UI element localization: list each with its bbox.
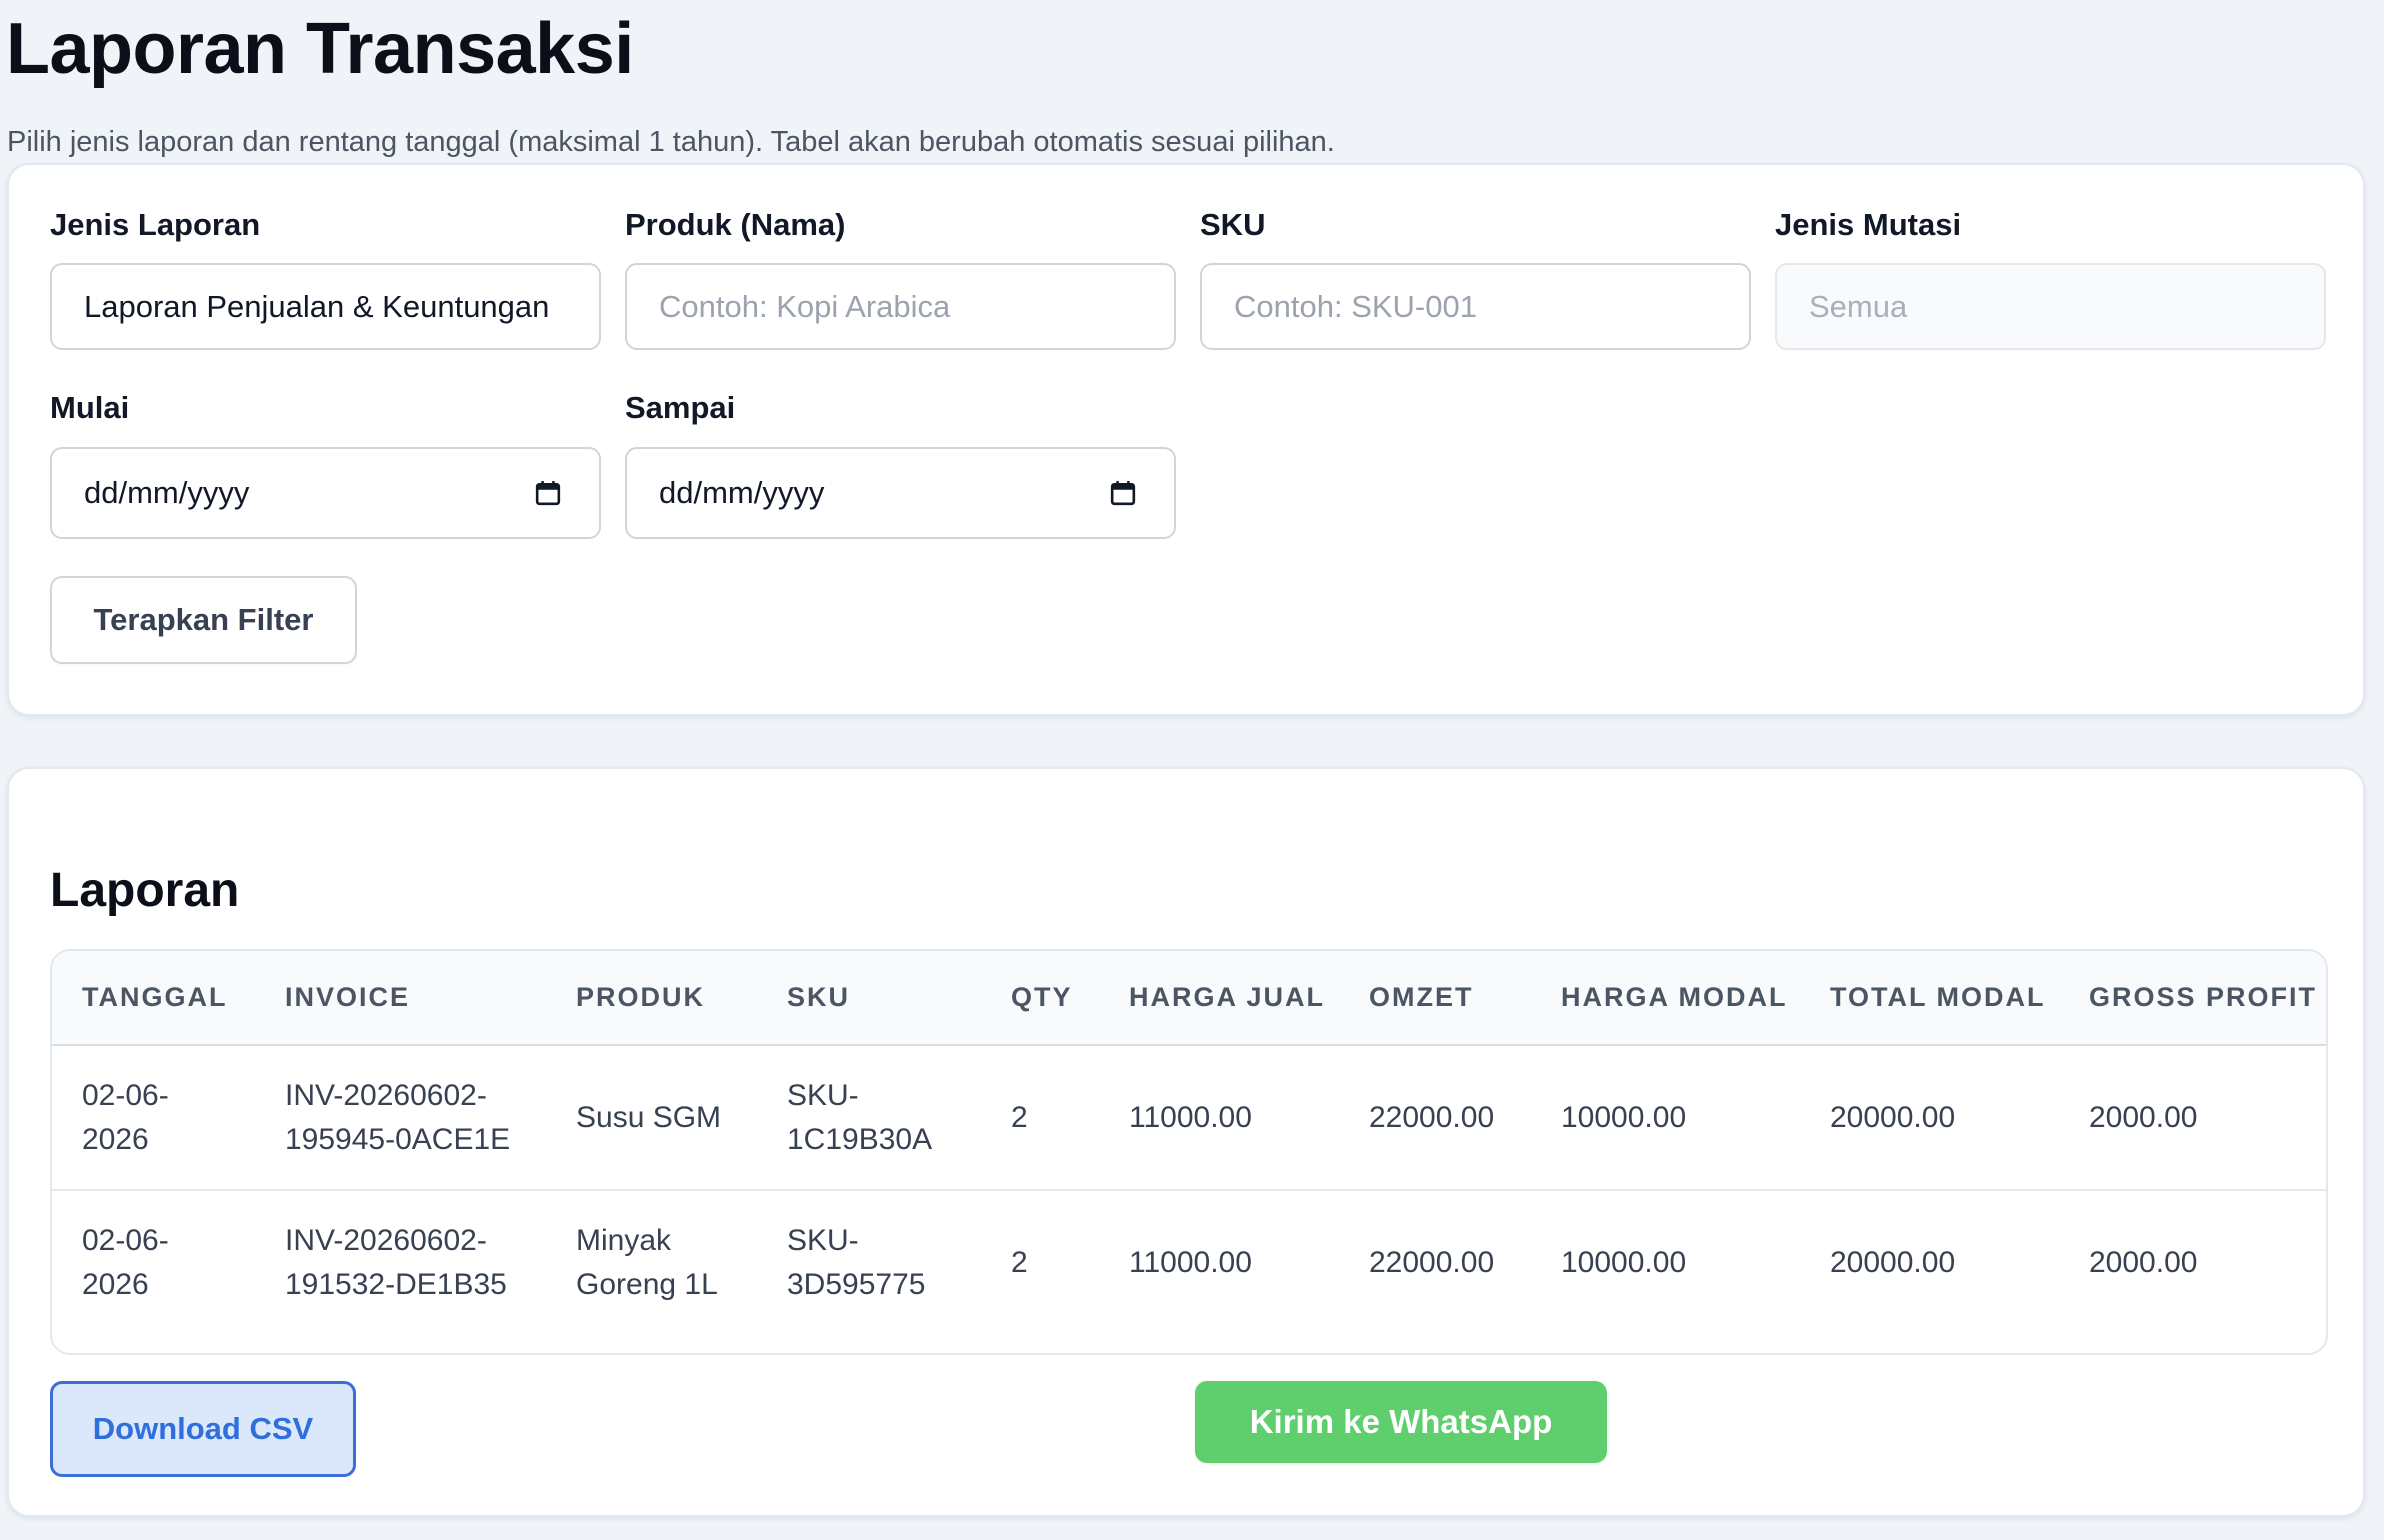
cell-total-cost: 20000.00	[1830, 1246, 1956, 1279]
cell-date: 02-06- 2026	[82, 1224, 169, 1301]
download-csv-button[interactable]: Download CSV	[50, 1381, 356, 1477]
column-header: QTY	[1011, 982, 1073, 1012]
table-header: TANGGAL INVOICE PRODUK SKU QTY HARGA JUA…	[52, 951, 2326, 1045]
start-date-label: Mulai	[50, 390, 130, 425]
cell-price: 11000.00	[1129, 1100, 1252, 1134]
column-header: TOTAL MODAL	[1830, 982, 2046, 1012]
column-header: OMZET	[1369, 982, 1474, 1012]
table-row: 02-06- 2026 INV-20260602- 195945-0ACE1E Su…	[52, 1045, 2326, 1190]
table-row: 02-06- 2026 INV-20260602- 191532-DE1B35 Mi…	[52, 1190, 2326, 1335]
cell-qty: 2	[1011, 1246, 1028, 1279]
cell-price: 11000.00	[1129, 1246, 1252, 1279]
end-date-input[interactable]: dd/mm/yyyy	[625, 447, 1176, 539]
filter-card: Jenis Laporan Laporan Penjualan & Keuntu…	[7, 163, 2365, 716]
calendar-icon[interactable]	[1110, 480, 1136, 506]
sku-input[interactable]: Contoh: SKU-001	[1200, 263, 1751, 350]
cell-gross-profit: 2000.00	[2089, 1100, 2198, 1134]
end-date-label: Sampai	[625, 390, 736, 425]
cell-sku: SKU- 3D595775	[787, 1224, 926, 1301]
report-title: Laporan	[50, 864, 240, 917]
cell-cost: 10000.00	[1561, 1100, 1687, 1134]
column-header: TANGGAL	[82, 982, 228, 1012]
cell-sku: SKU- 1C19B30A	[787, 1078, 933, 1156]
cell-gross-profit: 2000.00	[2089, 1246, 2198, 1279]
report-card: Laporan TANGGAL INVOICE PRODUK SKU QTY H…	[7, 767, 2365, 1517]
mutation-select[interactable]: Semua	[1775, 263, 2326, 350]
report-table: TANGGAL INVOICE PRODUK SKU QTY HARGA JUA…	[50, 949, 2328, 1355]
column-header: SKU	[787, 982, 851, 1012]
cell-omzet: 22000.00	[1369, 1100, 1495, 1134]
column-header: INVOICE	[285, 982, 411, 1012]
apply-filter-button[interactable]: Terapkan Filter	[50, 576, 357, 664]
cell-product: Minyak Goreng 1L	[576, 1224, 718, 1301]
column-header: HARGA MODAL	[1561, 982, 1788, 1012]
cell-product: Susu SGM	[576, 1100, 722, 1134]
start-date-value: dd/mm/yyyy	[84, 475, 250, 510]
product-input[interactable]: Contoh: Kopi Arabica	[625, 263, 1176, 350]
cell-date: 02-06- 2026	[82, 1078, 169, 1156]
sku-label: SKU	[1200, 207, 1266, 242]
send-whatsapp-button[interactable]: Kirim ke WhatsApp	[1195, 1381, 1607, 1463]
cell-cost: 10000.00	[1561, 1246, 1687, 1279]
column-header: GROSS PROFIT	[2089, 982, 2318, 1012]
end-date-value: dd/mm/yyyy	[659, 475, 825, 510]
product-label: Produk (Nama)	[625, 207, 846, 242]
report-type-label: Jenis Laporan	[50, 207, 261, 242]
cell-invoice: INV-20260602- 191532-DE1B35	[285, 1224, 507, 1301]
cell-total-cost: 20000.00	[1830, 1100, 1956, 1134]
page-title: Laporan Transaksi	[6, 9, 634, 89]
start-date-input[interactable]: dd/mm/yyyy	[50, 447, 601, 539]
cell-qty: 2	[1011, 1100, 1028, 1134]
column-header: HARGA JUAL	[1129, 982, 1326, 1012]
column-header: PRODUK	[576, 982, 706, 1012]
page-subtitle: Pilih jenis laporan dan rentang tanggal …	[7, 126, 1335, 158]
report-type-select[interactable]: Laporan Penjualan & Keuntungan	[50, 263, 601, 350]
calendar-icon[interactable]	[535, 480, 561, 506]
cell-omzet: 22000.00	[1369, 1246, 1495, 1279]
cell-invoice: INV-20260602- 195945-0ACE1E	[285, 1078, 511, 1156]
mutation-label: Jenis Mutasi	[1775, 207, 1962, 242]
